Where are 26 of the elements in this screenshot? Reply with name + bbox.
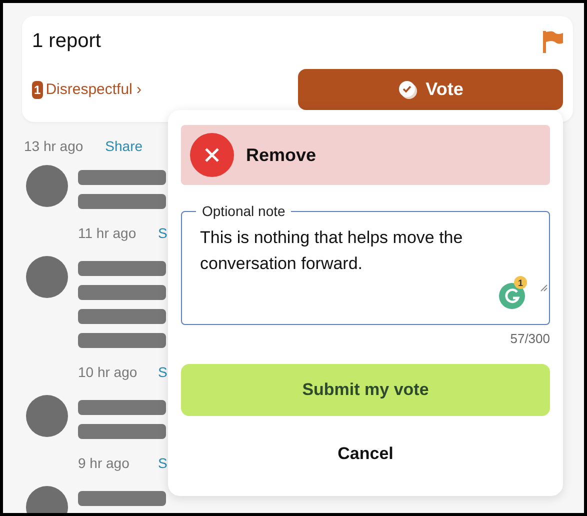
timestamp: 9 hr ago [78, 455, 130, 471]
avatar [26, 256, 68, 298]
vote-button[interactable]: Vote [298, 69, 563, 110]
share-link[interactable]: S [158, 455, 168, 471]
avatar [26, 395, 68, 437]
check-circle-icon [398, 80, 418, 100]
share-link[interactable]: S [158, 225, 168, 241]
cancel-button[interactable]: Cancel [181, 434, 550, 474]
avatar [26, 165, 68, 207]
notification-badge: 1 [514, 276, 527, 289]
reason-link[interactable]: 1 Disrespectful › [32, 80, 142, 98]
note-text: This is nothing that helps move the conversation forward. [200, 227, 464, 275]
share-link[interactable]: Share [105, 138, 143, 154]
note-field[interactable]: Optional note This is nothing that helps move the conversation forward. 1 [181, 203, 550, 325]
timestamp: 13 hr ago [24, 138, 84, 154]
remove-option[interactable]: Remove [181, 125, 550, 185]
share-link[interactable]: S [158, 364, 168, 380]
flag-icon [543, 30, 563, 52]
timestamp: 11 hr ago [78, 225, 138, 241]
character-counter: 57/300 [510, 331, 550, 346]
timestamp: 10 hr ago [78, 364, 138, 380]
field-label: Optional note [201, 203, 286, 219]
report-title: 1 report [32, 30, 101, 53]
submit-button[interactable]: Submit my vote [181, 364, 550, 416]
resize-handle-icon [540, 284, 548, 292]
close-icon [190, 133, 234, 177]
